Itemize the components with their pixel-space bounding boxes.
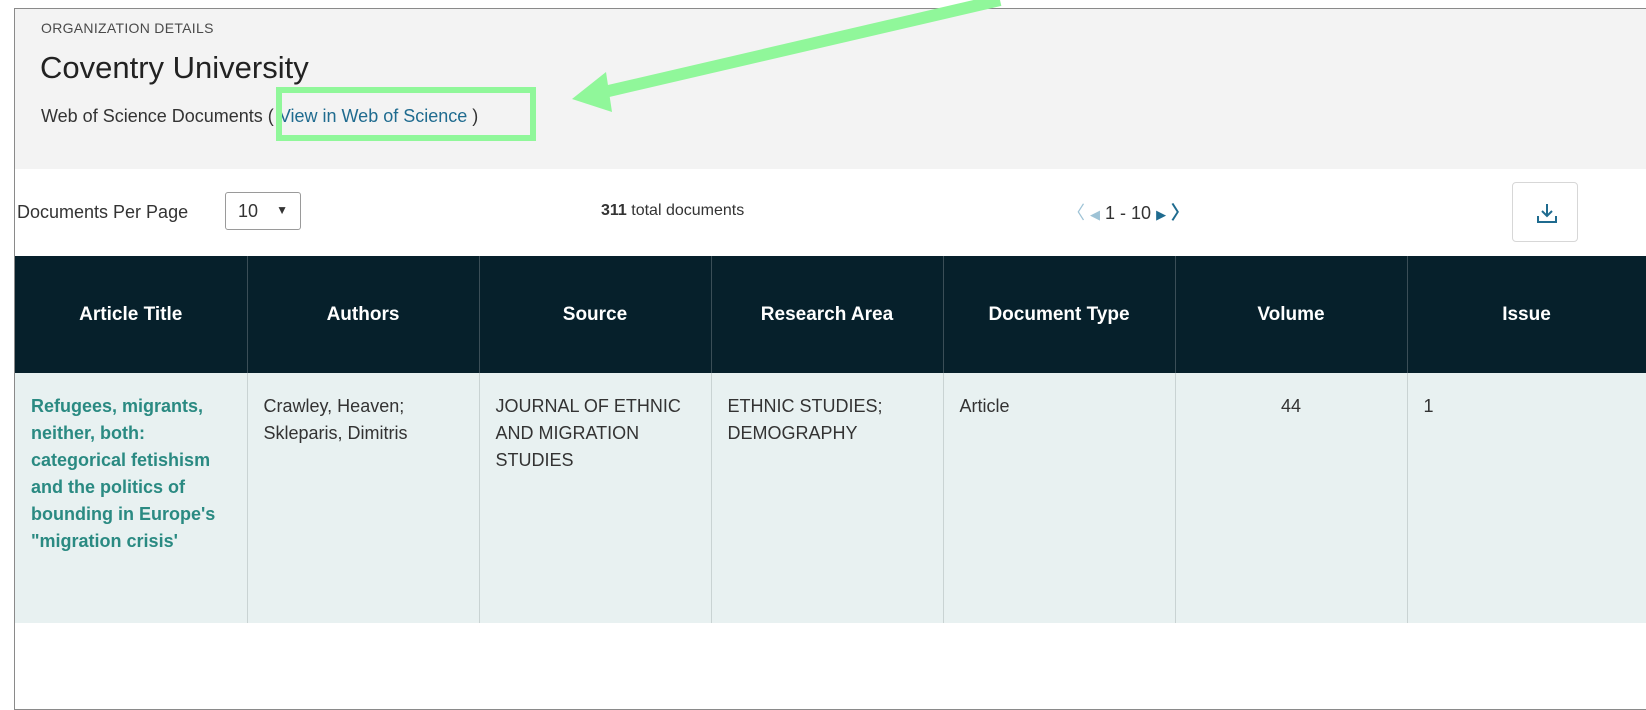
documents-table: Article Title Authors Source Research Ar…: [15, 256, 1646, 623]
organization-name: Coventry University: [40, 50, 309, 85]
column-header-article-title[interactable]: Article Title: [15, 256, 248, 373]
view-in-wos-link[interactable]: View in Web of Science: [279, 106, 467, 126]
close-paren: ): [472, 106, 479, 126]
wos-documents-label: Web of Science Documents: [41, 106, 263, 126]
total-count: 311: [601, 202, 627, 219]
table-row: Refugees, migrants, neither, both: categ…: [15, 373, 1646, 623]
triangle-right-icon[interactable]: ▶: [1156, 207, 1166, 222]
triangle-left-icon[interactable]: ◀: [1090, 207, 1100, 222]
caret-down-icon: ▼: [276, 203, 288, 217]
open-paren: (: [267, 106, 274, 126]
chevron-right-icon[interactable]: 〉: [1171, 203, 1189, 223]
per-page-select[interactable]: 10 ▼: [225, 192, 301, 230]
column-header-volume[interactable]: Volume: [1175, 256, 1408, 373]
cell-source: JOURNAL OF ETHNIC AND MIGRATION STUDIES: [479, 373, 712, 623]
article-title-link[interactable]: Refugees, migrants, neither, both: categ…: [31, 396, 215, 551]
cell-authors: Crawley, Heaven; Skleparis, Dimitris: [247, 373, 480, 623]
chevron-left-icon[interactable]: 〈: [1067, 203, 1085, 223]
per-page-value: 10: [238, 201, 259, 221]
column-header-issue[interactable]: Issue: [1407, 256, 1646, 373]
page-range: 1 - 10: [1105, 203, 1152, 223]
download-button[interactable]: [1512, 182, 1578, 242]
column-header-document-type[interactable]: Document Type: [943, 256, 1176, 373]
column-header-research-area[interactable]: Research Area: [711, 256, 944, 373]
section-eyebrow: ORGANIZATION DETAILS: [41, 20, 214, 36]
cell-volume: 44: [1175, 373, 1408, 623]
per-page-label: Documents Per Page: [17, 202, 189, 222]
cell-document-type: Article: [943, 373, 1176, 623]
cell-article-title: Refugees, migrants, neither, both: categ…: [15, 373, 248, 623]
total-documents: 311 total documents: [601, 202, 744, 220]
cell-issue: 1: [1407, 373, 1646, 623]
table-controls: Documents Per Page 10 ▼ 311 total docume…: [15, 180, 1646, 242]
column-header-authors[interactable]: Authors: [247, 256, 480, 373]
column-header-source[interactable]: Source: [479, 256, 712, 373]
table-header-row: Article Title Authors Source Research Ar…: [15, 256, 1646, 373]
wos-documents-line: Web of Science Documents ( View in Web o…: [41, 106, 478, 127]
organization-header: [15, 9, 1646, 169]
pagination: 〈 ◀ 1 - 10 ▶ 〉: [1067, 199, 1189, 225]
cell-research-area: ETHNIC STUDIES; DEMOGRAPHY: [711, 373, 944, 623]
download-icon: [1537, 204, 1557, 223]
total-suffix: total documents: [631, 202, 745, 219]
